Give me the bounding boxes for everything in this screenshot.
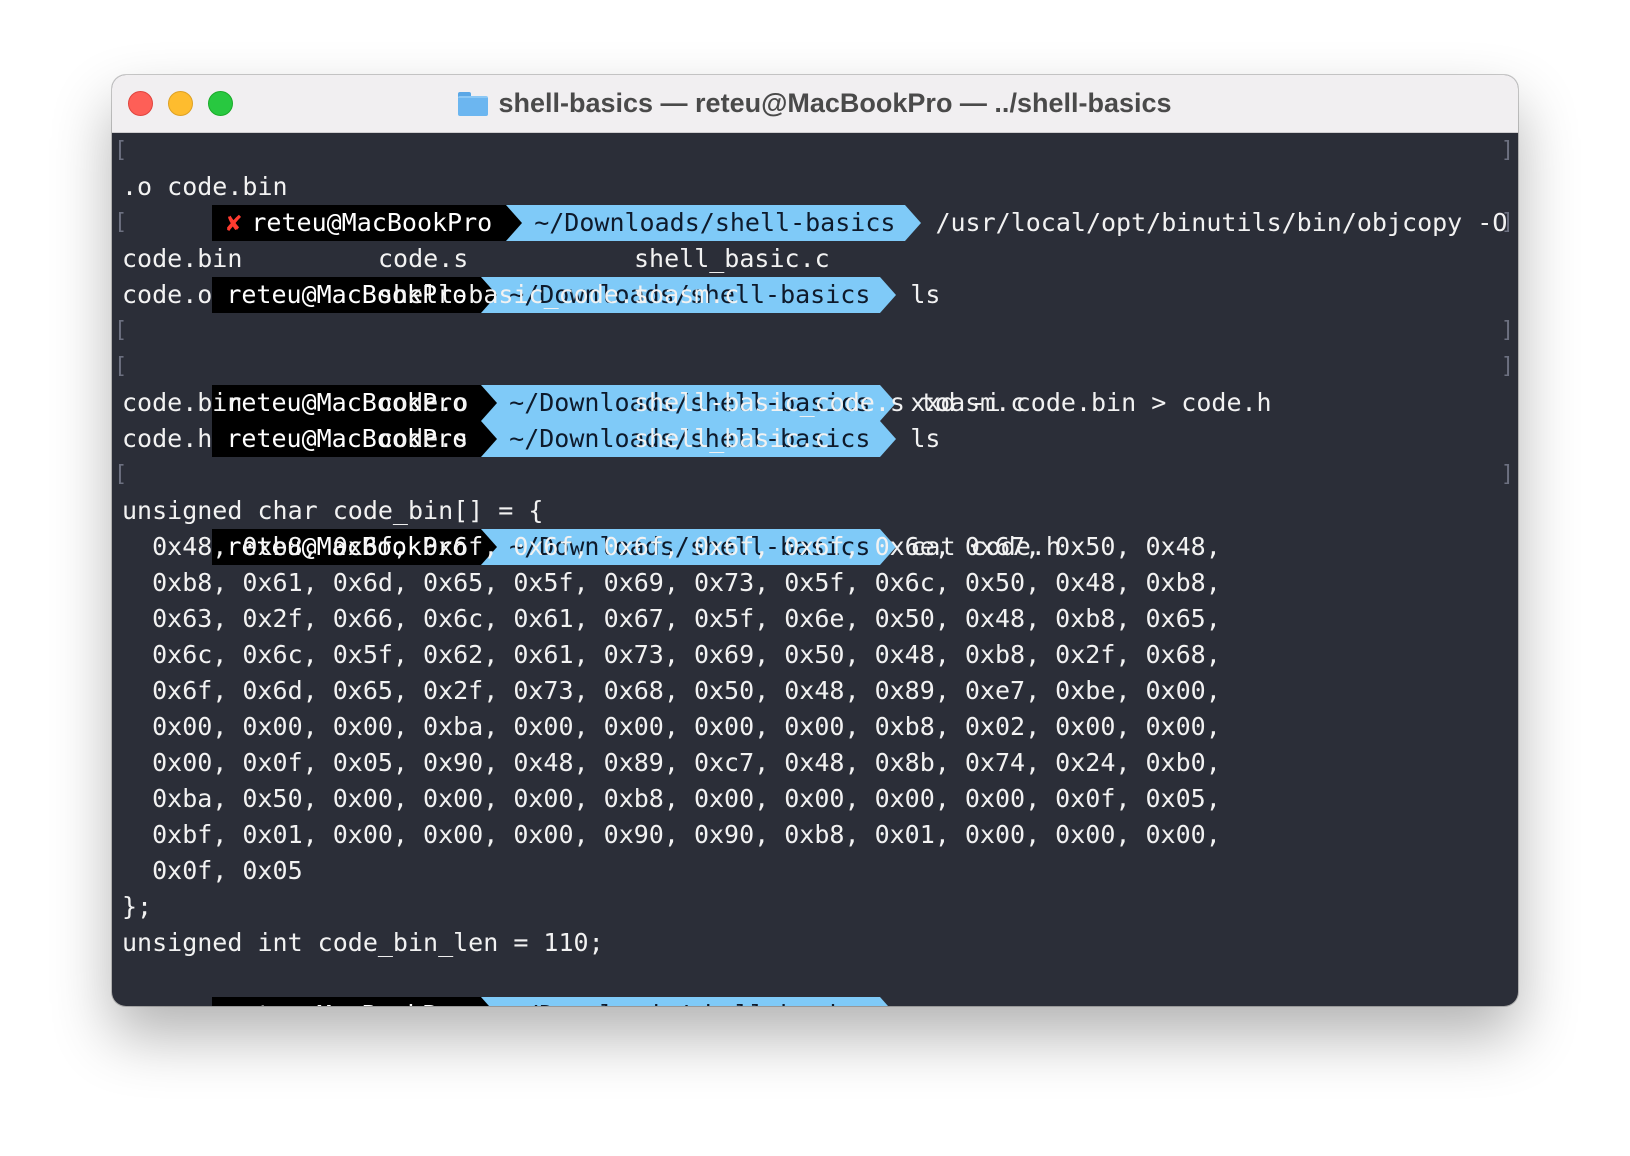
terminal-window: shell-basics — reteu@MacBookPro — ../she…: [112, 75, 1518, 1006]
prompt-path-segment: ~/Downloads/shell-basics: [481, 997, 897, 1006]
output-line: unsigned char code_bin[] = {: [122, 496, 544, 525]
hex-line: 0x48, 0xb8, 0x6f, 0x6f, 0x6f, 0x6f, 0x6f…: [122, 532, 1221, 561]
window-title: shell-basics — reteu@MacBookPro — ../she…: [498, 88, 1172, 118]
output-line: };: [122, 892, 153, 921]
hex-line: 0x00, 0x00, 0x00, 0xba, 0x00, 0x00, 0x00…: [122, 712, 1221, 741]
hex-line: 0x6c, 0x6c, 0x5f, 0x62, 0x61, 0x73, 0x69…: [122, 640, 1221, 669]
hex-line: 0xba, 0x50, 0x00, 0x00, 0x00, 0xb8, 0x00…: [122, 784, 1221, 813]
hex-line: 0xbf, 0x01, 0x00, 0x00, 0x00, 0x90, 0x90…: [122, 820, 1221, 849]
hex-line: 0xb8, 0x61, 0x6d, 0x65, 0x5f, 0x69, 0x73…: [122, 568, 1221, 597]
window-title-area: shell-basics — reteu@MacBookPro — ../she…: [112, 75, 1518, 132]
hex-line: 0x63, 0x2f, 0x66, 0x6c, 0x61, 0x67, 0x5f…: [122, 604, 1221, 633]
hex-line: 0x0f, 0x05: [122, 856, 303, 885]
command-wrap: .o code.bin: [122, 172, 288, 201]
current-prompt-line[interactable]: reteu@MacBookPro~/Downloads/shell-basics: [112, 961, 1518, 1006]
ls-output-row: code.o shell-basic_code.stoasm.c: [122, 280, 740, 309]
prompt-line: [ reteu@MacBookPro ~/Downloads/shell-basi…: [112, 457, 1518, 565]
title-bar[interactable]: shell-basics — reteu@MacBookPro — ../she…: [112, 75, 1518, 133]
prompt-line: [ reteu@MacBookPro ~/Downloads/shell-basi…: [112, 349, 1518, 457]
prompt-user-segment: reteu@MacBookPro: [212, 997, 482, 1006]
hex-line: 0x6f, 0x6d, 0x65, 0x2f, 0x73, 0x68, 0x50…: [122, 676, 1221, 705]
ls-output-row: code.bin code.s shell_basic.c: [122, 244, 830, 273]
output-line: unsigned int code_bin_len = 110;: [122, 928, 604, 957]
prompt-line: [ ✘ reteu@MacBookPro ~/Downloads/shell-bas…: [112, 133, 1518, 241]
prompt-line: [ reteu@MacBookPro ~/Downloads/shell-basi…: [112, 313, 1518, 421]
prompt-line: [ reteu@MacBookPro ~/Downloads/shell-basi…: [112, 205, 1518, 313]
hex-line: 0x00, 0x0f, 0x05, 0x90, 0x48, 0x89, 0xc7…: [122, 748, 1221, 777]
folder-icon: [458, 91, 489, 116]
terminal-content[interactable]: [ ✘ reteu@MacBookPro ~/Downloads/shell-bas…: [112, 133, 1518, 1006]
ls-output-row: code.h code.s shell_basic.c: [122, 424, 830, 453]
ls-output-row: code.bin code.o shell-basic_code.s toasm.c: [122, 388, 1026, 417]
